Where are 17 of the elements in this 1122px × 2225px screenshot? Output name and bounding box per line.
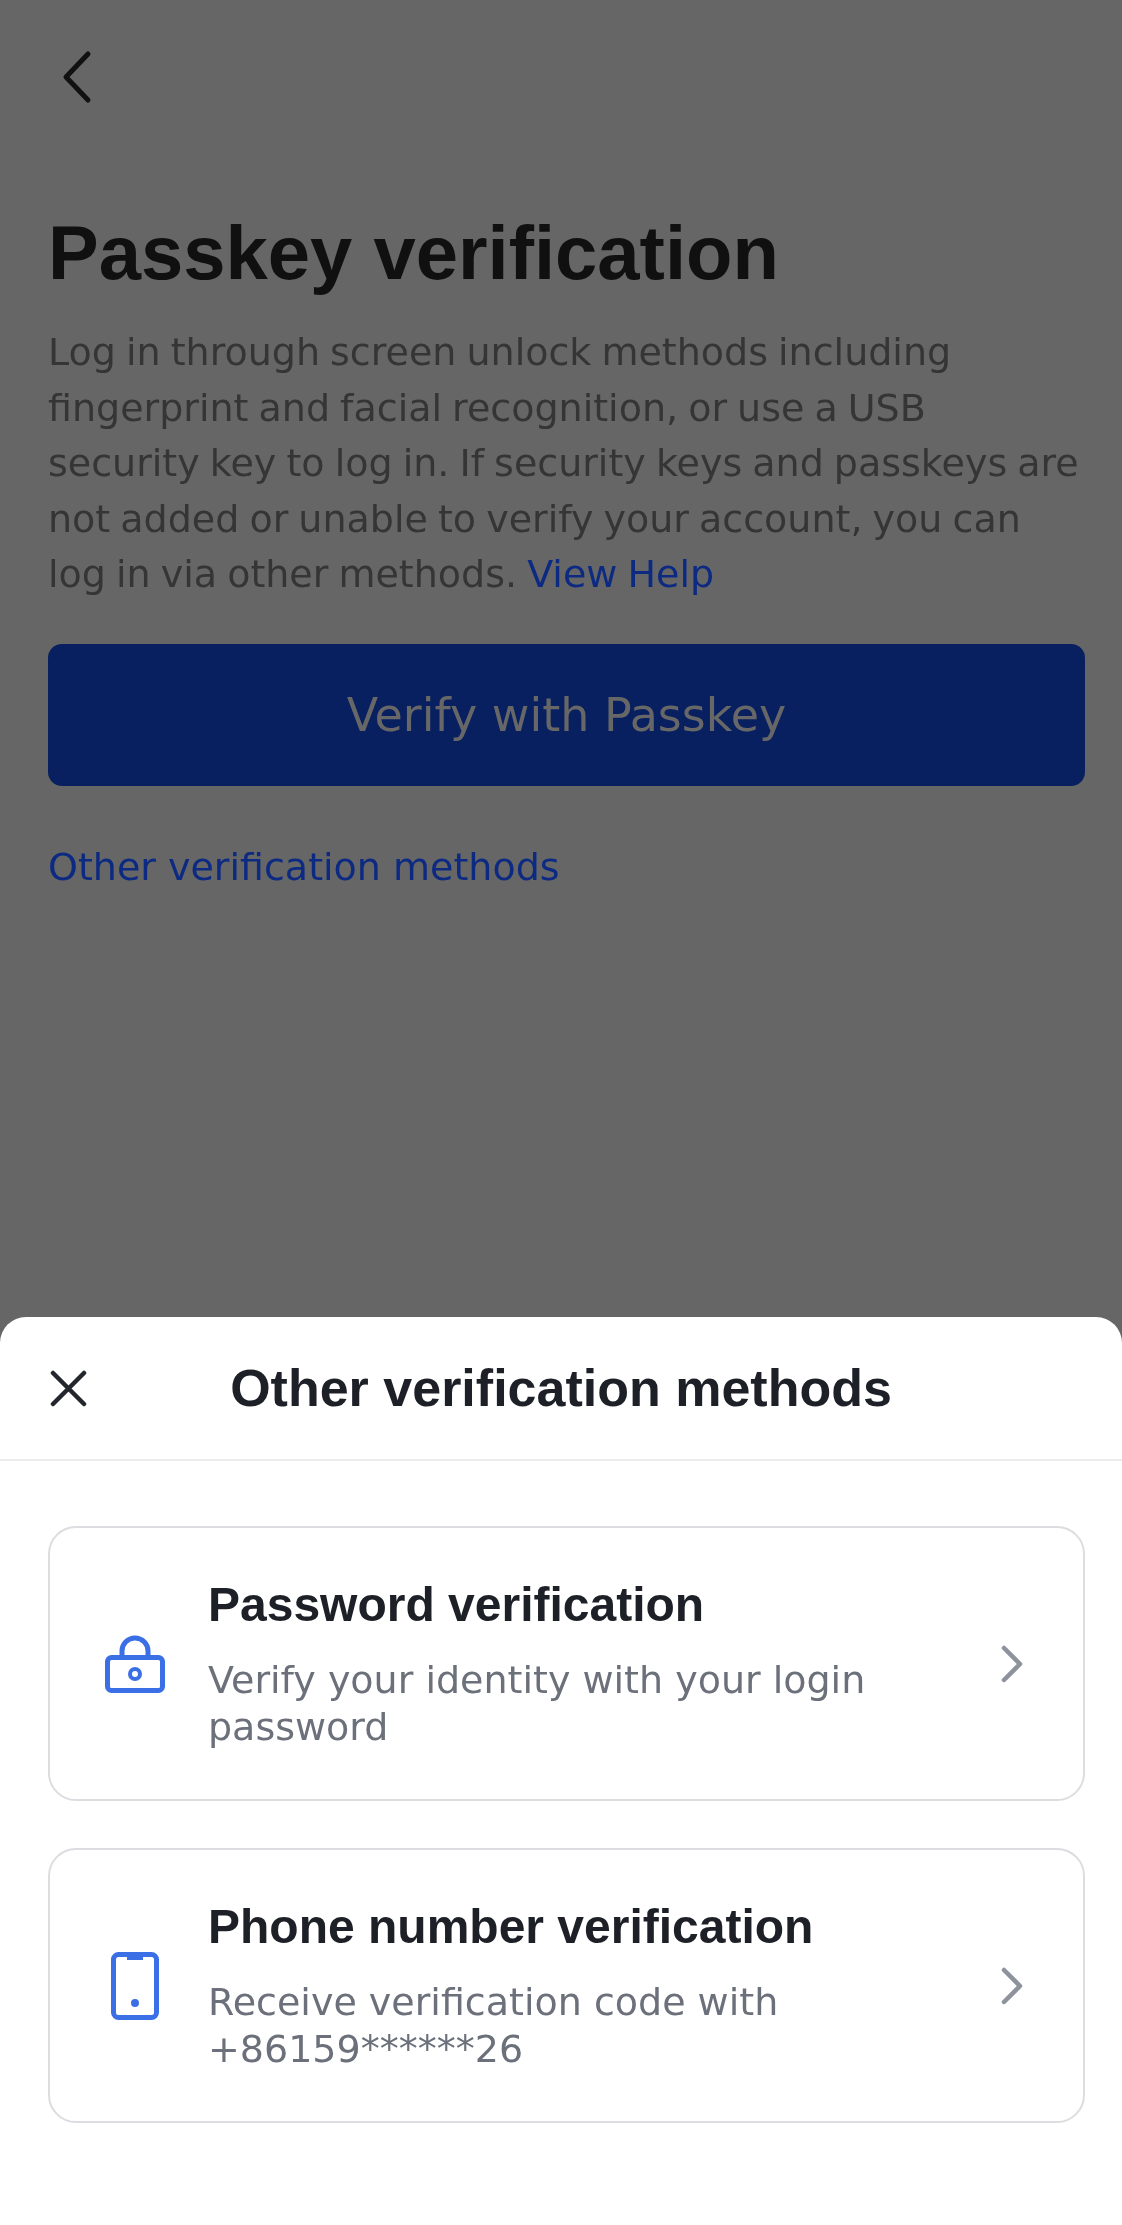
close-icon[interactable] <box>50 1369 87 1407</box>
verification-method-card[interactable]: Password verification Verify your identity with your login password <box>48 1526 1085 1801</box>
chevron-right-icon <box>1001 1644 1024 1683</box>
phone-icon <box>111 1951 159 2020</box>
verification-method-card[interactable]: Phone number verification Receive verification code with +86159******26 <box>48 1848 1085 2123</box>
verify-with-passkey-button[interactable]: Verify with Passkey <box>48 643 1085 786</box>
method-description: Verify your identity with your login password <box>208 1657 867 1750</box>
view-help-link[interactable]: View Help <box>527 552 715 596</box>
method-title: Password verification <box>208 1577 705 1633</box>
back-icon[interactable] <box>61 50 92 104</box>
lock-icon <box>105 1634 165 1693</box>
page-title: Passkey verification <box>48 209 780 297</box>
method-title: Phone number verification <box>208 1899 814 1955</box>
method-description: Receive verification code with +86159******26 <box>208 1979 780 2072</box>
sheet-title: Other verification methods <box>230 1358 892 1419</box>
chevron-right-icon <box>1001 1966 1024 2005</box>
other-verification-methods-link[interactable]: Other verification methods <box>48 842 560 891</box>
